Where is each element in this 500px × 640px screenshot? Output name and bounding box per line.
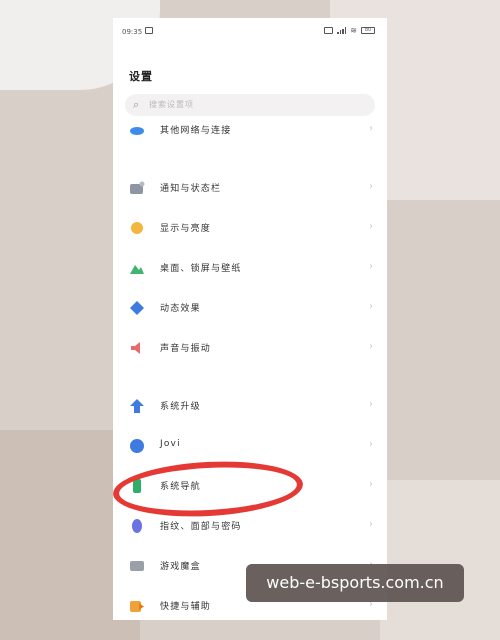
chevron-right-icon: › [369, 479, 373, 490]
settings-item-label: 系统升级 [160, 402, 201, 412]
status-bar: 09:35 ≋ 80 [113, 26, 387, 40]
jovi-icon [130, 439, 144, 453]
settings-item-label: Jovi [160, 439, 181, 449]
shortcut-icon [130, 601, 144, 612]
upgrade-icon [130, 399, 144, 413]
settings-item-animation[interactable]: 动态效果 › [113, 295, 387, 321]
chevron-right-icon: › [369, 301, 373, 312]
settings-item-label: 快捷与辅助 [160, 602, 212, 612]
battery-icon: 80 [361, 27, 375, 34]
settings-item-jovi[interactable]: Jovi › [113, 433, 387, 459]
notification-icon [130, 181, 145, 194]
search-placeholder: 搜索设置项 [149, 100, 194, 109]
settings-item-label: 通知与状态栏 [160, 184, 222, 194]
search-input[interactable]: ⌕ 搜索设置项 [125, 94, 375, 116]
settings-item-fingerprint[interactable]: 指纹、面部与密码 › [113, 513, 387, 539]
chevron-right-icon: › [369, 519, 373, 530]
chevron-right-icon: › [369, 181, 373, 192]
annotation-circle [113, 457, 305, 521]
settings-item-notifications[interactable]: 通知与状态栏 › [113, 175, 387, 201]
chevron-right-icon: › [369, 399, 373, 410]
sound-icon [131, 342, 140, 354]
chevron-right-icon: › [369, 221, 373, 232]
network-icon [130, 127, 144, 135]
chevron-right-icon: › [369, 439, 373, 450]
brightness-icon [131, 222, 143, 234]
chevron-right-icon: › [369, 261, 373, 272]
settings-item-other-networks[interactable]: 其他网络与连接 › [113, 117, 387, 143]
nfc-icon [324, 27, 334, 34]
chevron-right-icon: › [369, 123, 373, 134]
background-shape [380, 480, 500, 640]
watermark: web-e-bsports.com.cn [246, 564, 464, 602]
animation-icon [130, 301, 144, 315]
wifi-icon: ≋ [350, 26, 357, 35]
settings-item-label: 显示与亮度 [160, 224, 212, 234]
settings-item-wallpaper[interactable]: 桌面、锁屏与壁纸 › [113, 255, 387, 281]
wallpaper-icon [130, 265, 144, 274]
fingerprint-icon [132, 519, 142, 533]
message-icon [145, 27, 153, 34]
game-box-icon [130, 561, 144, 571]
chevron-right-icon: › [369, 341, 373, 352]
settings-item-label: 声音与振动 [160, 344, 212, 354]
signal-icon [337, 27, 347, 34]
settings-item-system-upgrade[interactable]: 系统升级 › [113, 393, 387, 419]
status-icons: ≋ 80 [324, 26, 375, 35]
settings-item-sound[interactable]: 声音与振动 › [113, 335, 387, 361]
settings-item-label: 游戏魔盒 [160, 562, 201, 572]
page-title: 设置 [129, 70, 153, 83]
settings-item-label: 动态效果 [160, 304, 201, 314]
search-icon: ⌕ [133, 98, 140, 111]
settings-item-display[interactable]: 显示与亮度 › [113, 215, 387, 241]
phone-screen: 09:35 ≋ 80 设置 ⌕ 搜索设置项 其他网络与连接 › 通知与状态栏 › [113, 18, 387, 620]
settings-item-label: 其他网络与连接 [160, 126, 232, 136]
settings-item-label: 指纹、面部与密码 [160, 522, 242, 532]
settings-item-label: 桌面、锁屏与壁纸 [160, 264, 242, 274]
status-time: 09:35 [122, 28, 143, 36]
